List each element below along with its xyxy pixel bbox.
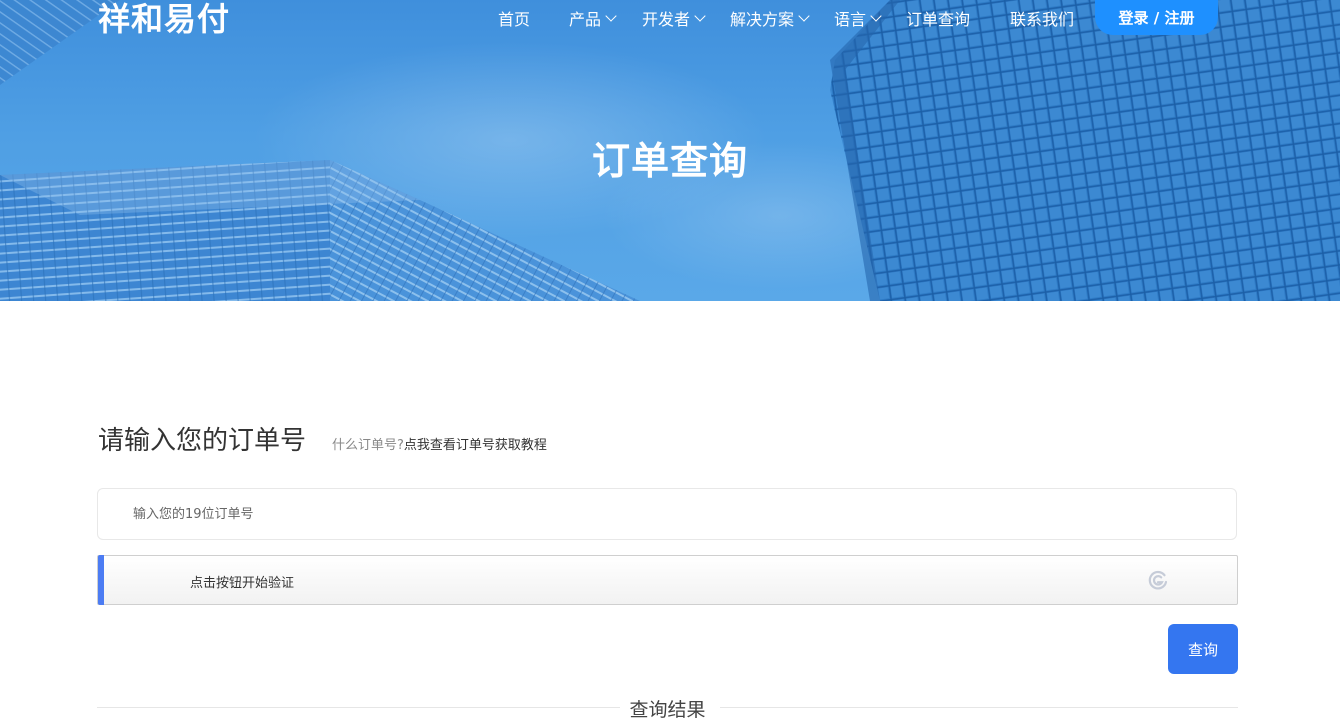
nav-item-label: 解决方案 xyxy=(730,10,795,29)
top-navigation: 首页 产品 开发者 解决方案 语言 订单查询 联系我们 登录 / 注册 xyxy=(0,0,1340,36)
chevron-down-icon xyxy=(605,9,617,22)
order-number-hint: 什么订单号?点我查看订单号获取教程 xyxy=(332,434,547,453)
divider-line xyxy=(720,707,1238,708)
nav-item-label: 语言 xyxy=(834,10,867,29)
nav-item-order-query[interactable]: 订单查询 xyxy=(906,6,970,30)
login-register-button[interactable]: 登录 / 注册 xyxy=(1095,0,1218,35)
captcha-accent-bar xyxy=(98,555,104,605)
order-number-tutorial-link[interactable]: 点我查看订单号获取教程 xyxy=(404,438,547,453)
chevron-down-icon xyxy=(694,9,706,22)
hero-banner: 订单查询 xyxy=(0,0,1340,301)
query-button[interactable]: 查询 xyxy=(1168,624,1238,674)
hint-text: 什么订单号? xyxy=(332,438,404,453)
nav-item-developers[interactable]: 开发者 xyxy=(642,6,706,30)
captcha-logo-icon xyxy=(1148,570,1168,590)
captcha-verify-button[interactable]: 点击按钮开始验证 xyxy=(97,555,1238,605)
nav-item-solutions[interactable]: 解决方案 xyxy=(730,6,810,30)
chevron-down-icon xyxy=(870,9,882,22)
nav-item-label: 开发者 xyxy=(642,10,691,29)
nav-item-label: 产品 xyxy=(569,10,602,29)
nav-item-products[interactable]: 产品 xyxy=(569,6,617,30)
order-query-header: 请输入您的订单号 什么订单号?点我查看订单号获取教程 xyxy=(98,420,547,457)
section-title: 请输入您的订单号 xyxy=(98,426,307,456)
chevron-down-icon xyxy=(798,9,810,22)
nav-item-language[interactable]: 语言 xyxy=(834,6,882,30)
page-title: 订单查询 xyxy=(591,139,748,183)
query-result-divider: 查询结果 xyxy=(97,694,1238,722)
nav-item-label: 首页 xyxy=(498,10,531,29)
nav-item-label: 订单查询 xyxy=(906,10,971,29)
captcha-label: 点击按钮开始验证 xyxy=(190,576,295,591)
nav-item-contact[interactable]: 联系我们 xyxy=(1010,6,1074,30)
query-result-heading: 查询结果 xyxy=(629,699,706,721)
nav-item-label: 联系我们 xyxy=(1010,10,1075,29)
nav-item-home[interactable]: 首页 xyxy=(498,6,530,30)
order-number-input[interactable] xyxy=(97,488,1237,540)
